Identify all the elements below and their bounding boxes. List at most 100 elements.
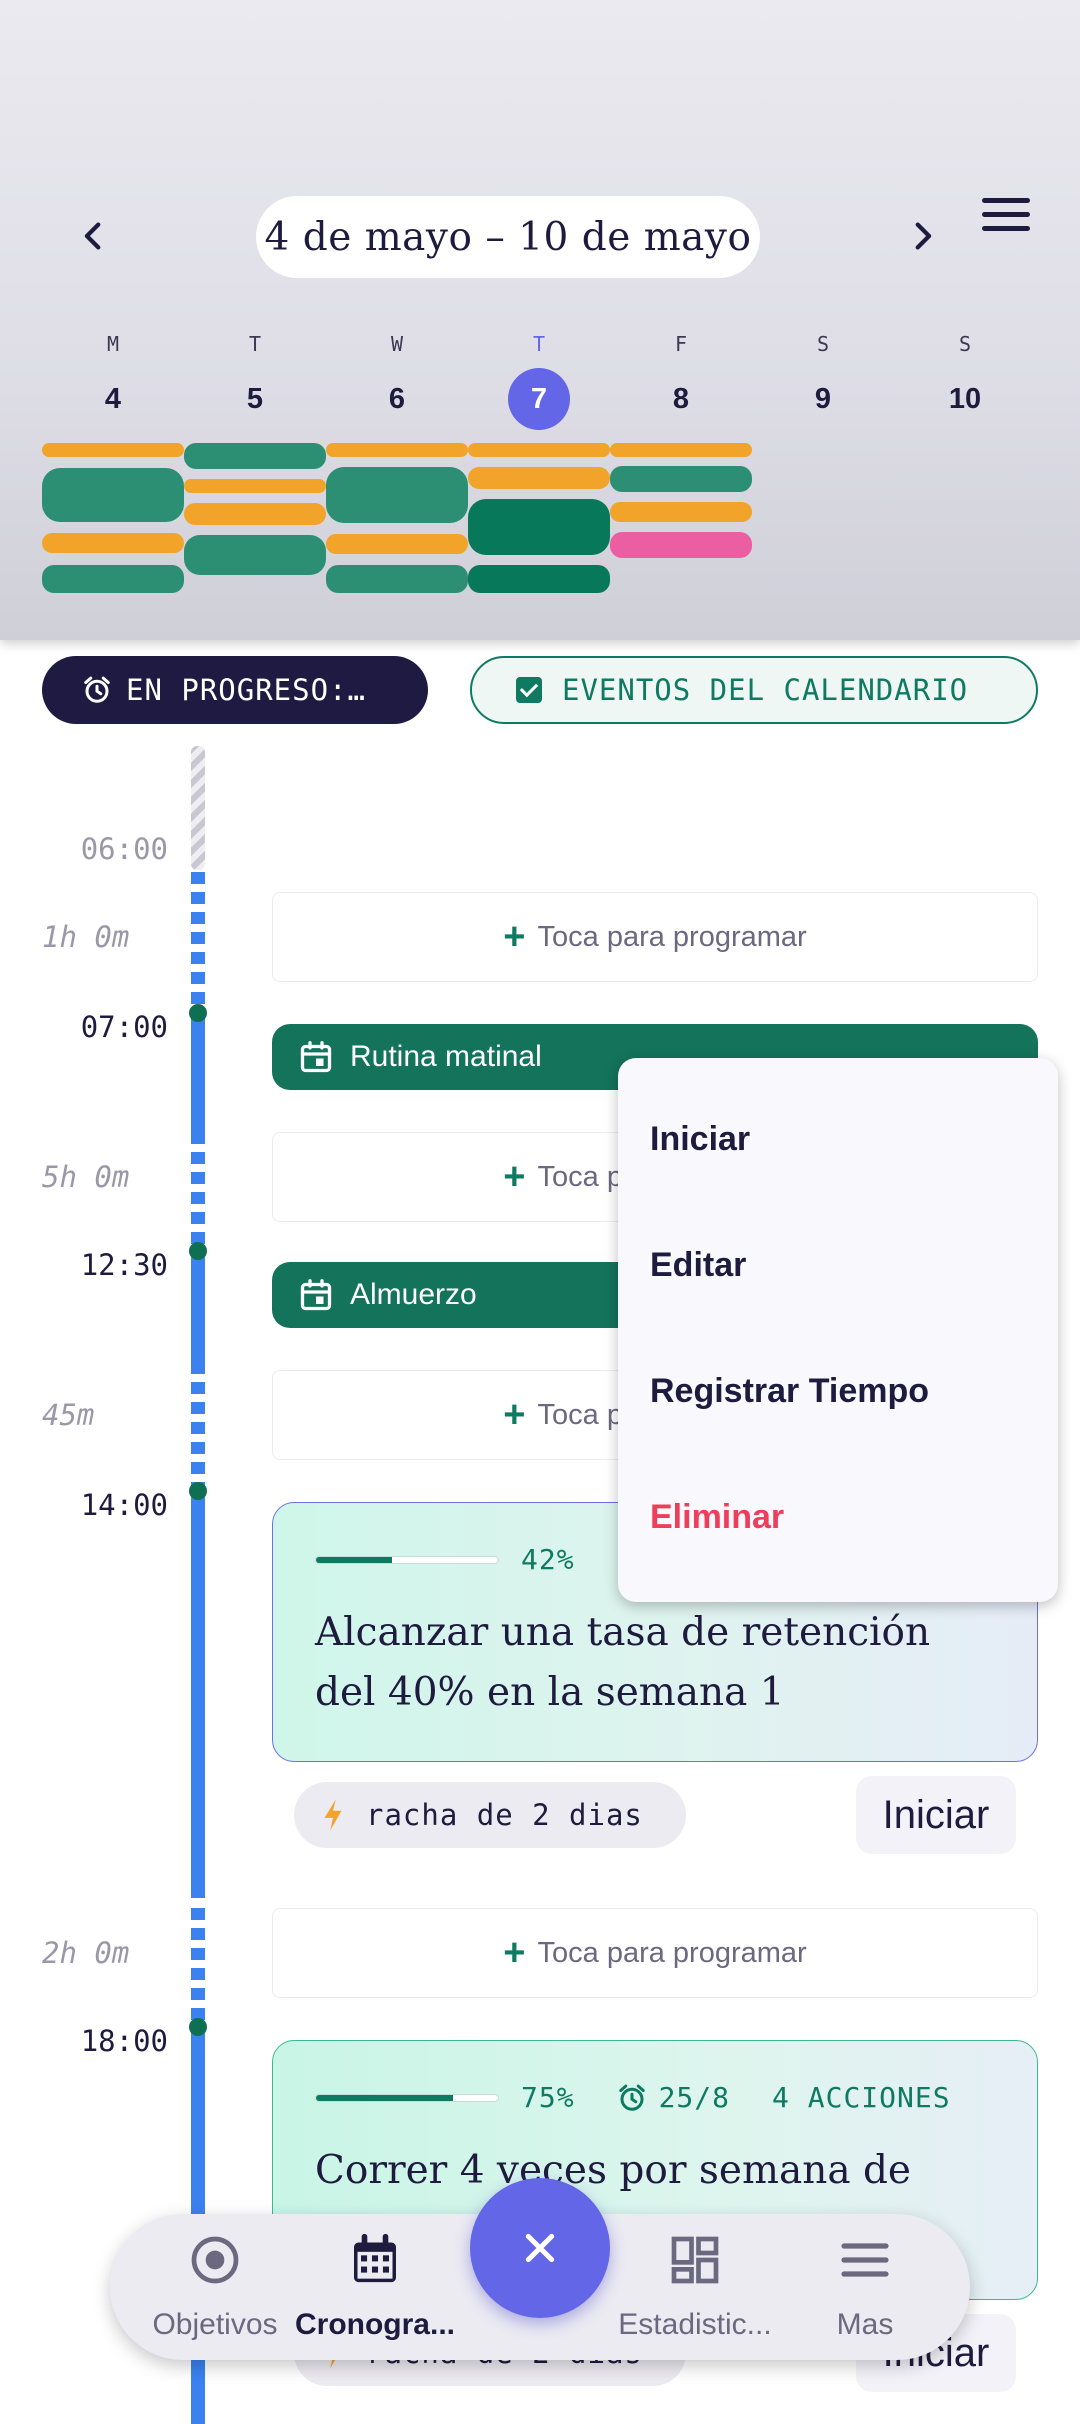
week-bar	[184, 479, 326, 493]
nav-goals[interactable]: Objetivos	[130, 2232, 300, 2342]
date-range-label: 4 de mayo – 10 de mayo	[264, 214, 752, 260]
day-column[interactable]: S 10	[894, 330, 1036, 430]
week-bar	[610, 532, 752, 558]
day-letter: T	[248, 332, 262, 356]
progress-fill	[316, 2094, 453, 2101]
nav-schedule[interactable]: Cronogra...	[290, 2232, 460, 2342]
nav-schedule-label: Cronogra...	[294, 2308, 455, 2341]
duration-label: 5h 0m	[42, 1160, 130, 1194]
day-column[interactable]: S 9	[752, 330, 894, 430]
plus-icon: +	[503, 1931, 526, 1974]
alarm-clock-icon	[84, 676, 110, 703]
event-context-menu: Iniciar Editar Registrar Tiempo Eliminar	[618, 1058, 1058, 1602]
in-progress-label: EN PROGRESO:…	[126, 673, 366, 707]
in-progress-chip[interactable]: EN PROGRESO:…	[42, 656, 428, 724]
close-fab-button[interactable]	[470, 2178, 610, 2318]
week-bar	[326, 467, 468, 523]
timeline-dot	[189, 1004, 207, 1022]
goal-meta: 42%	[315, 1543, 575, 1576]
day-column-today[interactable]: T 7	[468, 330, 610, 430]
chevron-right-icon	[915, 222, 932, 250]
week-bar	[610, 502, 752, 522]
day-number: 9	[814, 383, 832, 415]
menu-button[interactable]	[978, 190, 1034, 246]
slot-label: Toca para programar	[537, 920, 807, 953]
chevron-left-icon	[84, 222, 101, 250]
day-number: 5	[246, 383, 264, 415]
time-label: 18:00	[80, 2024, 168, 2058]
nav-more-label: Mas	[836, 2308, 894, 2341]
goal-title: Correr 4 veces por semana de	[315, 2148, 912, 2193]
nav-goals-label: Objetivos	[152, 2308, 278, 2341]
calendar-grid-icon	[354, 2233, 396, 2283]
day-letter: T	[532, 332, 546, 356]
hamburger-menu-icon	[841, 2243, 889, 2277]
week-bar	[42, 565, 184, 593]
goal-meta: 75% 25/8 4 ACCIONES	[315, 2081, 951, 2114]
date-range-pill[interactable]: 4 de mayo – 10 de mayo	[256, 196, 760, 278]
schedule-slot[interactable]: + Toca para programar	[272, 1908, 1038, 1998]
calendar-events-toggle[interactable]: EVENTOS DEL CALENDARIO	[470, 656, 1038, 724]
menu-item-start[interactable]: Iniciar	[650, 1120, 750, 1159]
goal-actions-count: 4 ACCIONES	[772, 2081, 951, 2114]
menu-item-delete[interactable]: Eliminar	[650, 1498, 784, 1537]
goal-percent: 42%	[521, 1543, 575, 1576]
week-header: 4 de mayo – 10 de mayo M 4 T 5 W 6 T 7 F…	[0, 0, 1080, 640]
day-column[interactable]: M 4	[42, 330, 184, 430]
week-bar	[326, 534, 468, 554]
nav-more[interactable]: Mas	[780, 2232, 950, 2342]
day-letter: M	[106, 332, 120, 356]
next-week-button[interactable]	[892, 206, 952, 266]
week-bar	[42, 533, 184, 553]
hamburger-menu-icon	[982, 198, 1030, 203]
menu-item-log-time[interactable]: Registrar Tiempo	[650, 1372, 929, 1411]
timeline-free-segment	[191, 1908, 205, 2028]
week-bar	[468, 565, 610, 593]
duration-label: 1h 0m	[42, 920, 130, 954]
day-number: 8	[672, 383, 690, 415]
day-number: 6	[388, 383, 406, 415]
streak-badge: racha de 2 dias	[294, 1782, 686, 1848]
alarm-clock-icon	[618, 2084, 645, 2111]
goal-progress-bar	[315, 2093, 499, 2102]
calendar-icon	[300, 1041, 332, 1073]
day-column[interactable]: W 6	[326, 330, 468, 430]
timeline-dot	[189, 1482, 207, 1500]
day-letter: S	[958, 332, 972, 356]
day-column[interactable]: T 5	[184, 330, 326, 430]
week-bar	[610, 466, 752, 492]
lightning-icon	[324, 1799, 342, 1831]
time-label: 14:00	[80, 1488, 168, 1522]
week-bar	[610, 443, 752, 457]
close-icon	[525, 2233, 555, 2263]
timeline-free-segment	[191, 872, 205, 1012]
day-column[interactable]: F 8	[610, 330, 752, 430]
target-icon	[191, 2236, 239, 2284]
streak-label: racha de 2 dias	[366, 1798, 643, 1832]
time-label: 06:00	[80, 832, 168, 866]
menu-item-edit[interactable]: Editar	[650, 1246, 746, 1285]
week-bar	[184, 535, 326, 575]
nav-stats-label: Estadistic...	[618, 2308, 772, 2341]
nav-stats[interactable]: Estadistic...	[610, 2232, 780, 2342]
day-number: 10	[948, 383, 982, 415]
progress-fill	[316, 1556, 393, 1563]
timeline-event-segment	[191, 1490, 205, 1898]
goal-due-date: 25/8	[658, 2081, 731, 2114]
start-goal-button[interactable]: Iniciar	[856, 1776, 1016, 1854]
timeline-free-segment	[191, 1132, 205, 1252]
goal-title: Alcanzar una tasa de retención del 40% e…	[315, 1610, 931, 1715]
goal-percent: 75%	[521, 2081, 575, 2114]
day-number-selected: 7	[508, 368, 570, 430]
plus-icon: +	[503, 915, 526, 958]
schedule-slot[interactable]: + Toca para programar	[272, 892, 1038, 982]
timeline-event-segment	[191, 1012, 205, 1132]
calendar-events-label: EVENTOS DEL CALENDARIO	[562, 673, 969, 707]
day-letter: W	[390, 332, 404, 356]
week-bar	[326, 565, 468, 593]
previous-week-button[interactable]	[64, 206, 124, 266]
week-bar	[326, 443, 468, 457]
slot-label: Toca para programar	[537, 1936, 807, 1969]
timeline-past-segment	[191, 746, 205, 870]
event-title: Rutina matinal	[350, 1040, 542, 1073]
